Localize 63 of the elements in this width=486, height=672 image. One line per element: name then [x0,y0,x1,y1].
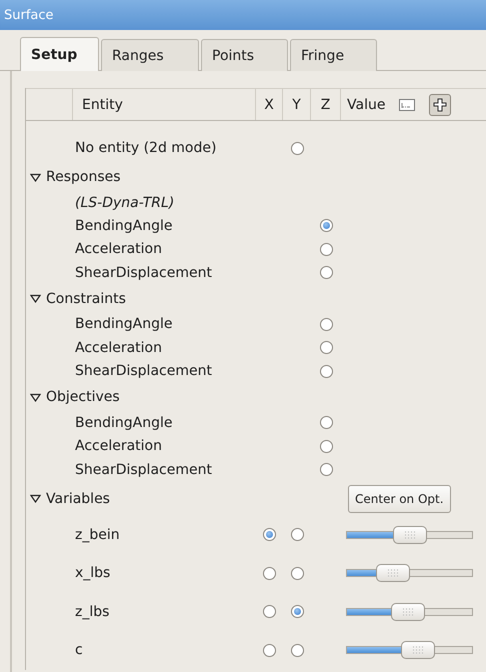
slider-thumb[interactable] [391,602,426,621]
tree-node[interactable]: Constraints [26,290,256,306]
variable-label: x_lbs [74,565,112,582]
radio-button[interactable] [263,566,276,580]
collapse-triangle-icon [30,392,41,402]
radio-button[interactable] [290,566,304,580]
radio-button[interactable] [320,364,332,378]
collapse-triangle-icon [30,172,41,182]
entity-label: Acceleration [74,438,163,454]
slider[interactable] [346,602,473,622]
center-button[interactable]: Center on Opt. [348,484,451,512]
variable-label: z_bein [74,526,121,543]
tab[interactable]: Points [201,39,288,71]
slider[interactable] [346,524,473,545]
column-header: Z [320,96,330,112]
slider[interactable] [346,563,473,584]
cross-icon [433,98,448,112]
tree-node[interactable]: Variables [26,490,256,506]
radio-button[interactable] [290,528,304,542]
radio-button[interactable] [263,528,276,542]
radio-button[interactable] [320,318,332,331]
entity-label: BendingAngle [74,414,174,431]
tree-node[interactable]: Objectives [26,389,256,405]
radio-button[interactable] [320,416,332,430]
slider[interactable] [346,640,473,660]
tab[interactable]: Setup [20,37,99,71]
radio-button[interactable] [290,605,304,618]
toggle-button[interactable] [429,94,452,116]
number-field-icon [399,98,416,110]
slider-thumb[interactable] [401,641,436,660]
source-label: (LS-Dyna-TRL) [74,194,176,210]
window-title: Surface [4,8,54,22]
variable-label: c [74,642,84,658]
entity-label: Acceleration [74,340,163,356]
entity-label: BendingAngle [74,316,174,332]
column-header: X [264,96,274,112]
slider-thumb[interactable] [392,526,426,544]
column-header: Entity [82,96,123,112]
entity-label: Acceleration [74,241,163,258]
variable-label: z_lbs [74,604,110,620]
radio-button[interactable] [320,440,332,453]
radio-button[interactable] [290,142,304,154]
radio-button[interactable] [320,242,332,256]
entity-label: BendingAngle [74,218,174,234]
collapse-triangle-icon [30,494,41,503]
radio-button[interactable] [320,266,332,280]
entity-label: ShearDisplacement [74,363,213,380]
column-header: Y [292,96,301,112]
entity-label: No entity (2d mode) [74,140,218,156]
radio-button[interactable] [320,219,332,232]
collapse-triangle-icon [30,294,41,303]
column-header: Value [347,96,386,112]
entity-label: ShearDisplacement [74,264,213,281]
entity-label: ShearDisplacement [74,462,213,478]
radio-button[interactable] [290,644,304,657]
radio-button[interactable] [263,644,276,657]
tree-node[interactable]: Responses [26,169,256,185]
radio-button[interactable] [320,341,332,354]
radio-button[interactable] [263,605,276,618]
tab[interactable]: Fringe [290,39,377,71]
radio-button[interactable] [320,463,332,476]
slider-thumb[interactable] [376,564,410,582]
tab[interactable]: Ranges [101,39,199,71]
